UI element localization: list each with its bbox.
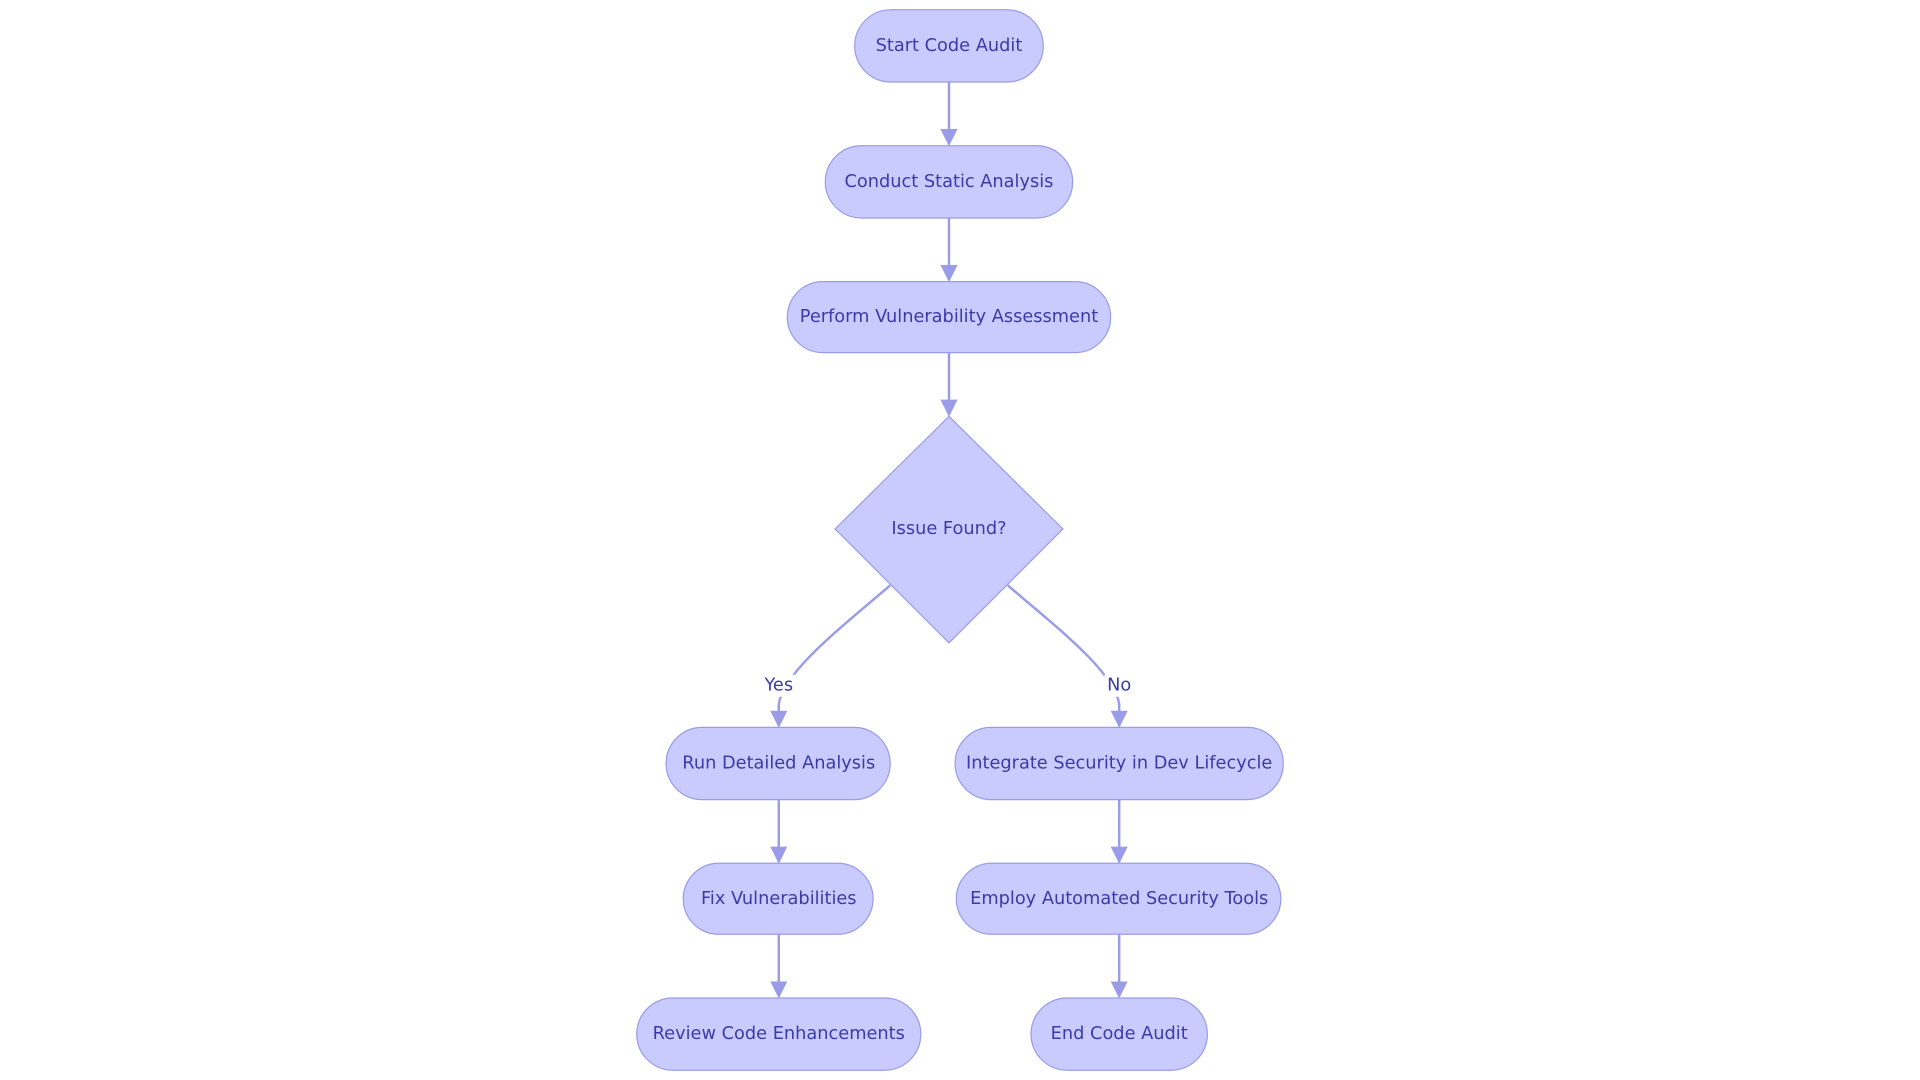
flowchart: Yes No Start Code Audit Conduct Static A… xyxy=(636,9,1284,1071)
node-integrate-security: Integrate Security in Dev Lifecycle xyxy=(954,726,1284,801)
edge-label-no: No xyxy=(1107,676,1131,696)
node-label: Review Code Enhancements xyxy=(653,1024,905,1044)
decision-issue-found: Issue Found? xyxy=(834,415,1064,644)
node-label: Fix Vulnerabilities xyxy=(701,889,857,909)
node-label: Conduct Static Analysis xyxy=(845,172,1054,192)
edge-label-yes: Yes xyxy=(763,676,793,696)
node-label: Issue Found? xyxy=(891,519,1006,539)
edge-decision-yes xyxy=(770,584,892,728)
node-employ-automated-security-tools: Employ Automated Security Tools xyxy=(955,862,1282,935)
node-perform-vulnerability-assessment: Perform Vulnerability Assessment xyxy=(786,281,1112,354)
node-label: Start Code Audit xyxy=(876,36,1023,56)
node-label: End Code Audit xyxy=(1051,1024,1188,1044)
node-fix-vulnerabilities: Fix Vulnerabilities xyxy=(682,862,874,935)
node-run-detailed-analysis: Run Detailed Analysis xyxy=(665,726,891,801)
node-conduct-static-analysis: Conduct Static Analysis xyxy=(824,145,1074,219)
node-review-code-enhancements: Review Code Enhancements xyxy=(636,997,922,1071)
node-end-code-audit: End Code Audit xyxy=(1030,997,1208,1071)
node-label: Perform Vulnerability Assessment xyxy=(800,307,1098,327)
node-start-code-audit: Start Code Audit xyxy=(854,9,1044,83)
node-label: Employ Automated Security Tools xyxy=(970,889,1268,909)
node-label: Run Detailed Analysis xyxy=(682,753,875,773)
node-label: Integrate Security in Dev Lifecycle xyxy=(966,753,1272,773)
edge-decision-no xyxy=(1006,584,1128,728)
